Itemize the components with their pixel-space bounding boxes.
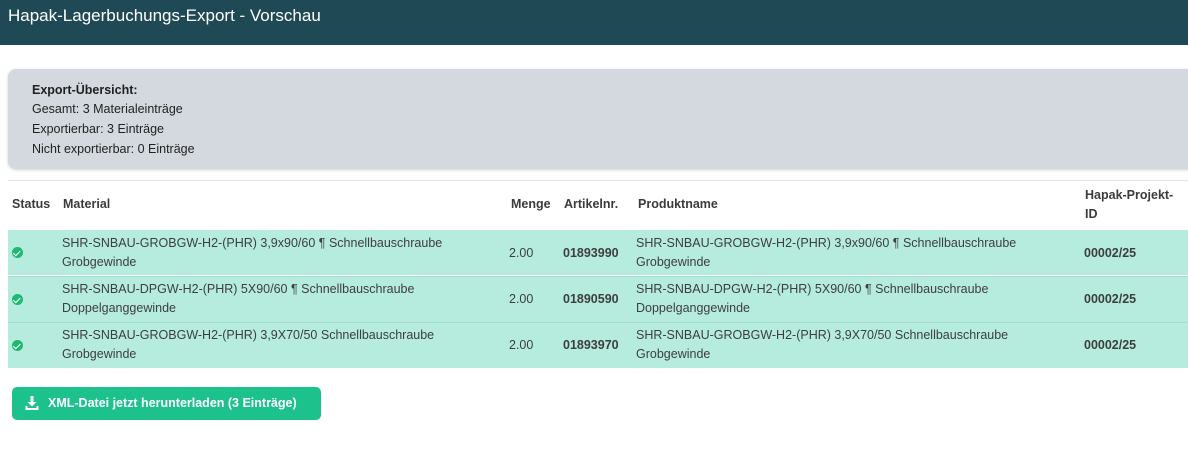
menge-cell: 2.00 xyxy=(509,292,534,306)
export-summary-panel: Export-Übersicht: Gesamt: 3 Materialeint… xyxy=(8,69,1188,169)
menge-cell: 2.00 xyxy=(509,338,534,352)
table-row: SHR-SNBAU-GROBGW-H2-(PHR) 3,9X70/50 Schn… xyxy=(8,322,1188,368)
produktname-cell-line2: Grobgewinde xyxy=(636,255,711,269)
table-top-divider xyxy=(8,180,1188,181)
table-row: SHR-SNBAU-DPGW-H2-(PHR) 5X90/60 ¶ Schnel… xyxy=(8,276,1188,322)
material-cell-line1: SHR-SNBAU-DPGW-H2-(PHR) 5X90/60 ¶ Schnel… xyxy=(62,282,415,296)
column-header-produktname: Produktname xyxy=(638,197,718,211)
material-cell-line1: SHR-SNBAU-GROBGW-H2-(PHR) 3,9x90/60 ¶ Sc… xyxy=(62,236,443,250)
projekt-id-cell: 00002/25 xyxy=(1084,292,1137,306)
produktname-cell-line1: SHR-SNBAU-GROBGW-H2-(PHR) 3,9X70/50 Schn… xyxy=(636,328,1009,342)
table-row: SHR-SNBAU-GROBGW-H2-(PHR) 3,9x90/60 ¶ Sc… xyxy=(8,230,1188,275)
column-header-status: Status xyxy=(12,197,51,211)
material-cell-line2: Grobgewinde xyxy=(62,347,137,361)
download-icon xyxy=(24,395,40,411)
summary-total: Gesamt: 3 Materialeinträge xyxy=(32,102,183,116)
produktname-cell-line2: Doppelganggewinde xyxy=(636,301,750,315)
app-header: Hapak-Lagerbuchungs-Export - Vorschau xyxy=(0,0,1188,45)
page-title: Hapak-Lagerbuchungs-Export - Vorschau xyxy=(8,6,321,25)
projekt-id-cell: 00002/25 xyxy=(1084,246,1137,260)
material-cell-line2: Doppelganggewinde xyxy=(62,301,176,315)
produktname-cell-line1: SHR-SNBAU-DPGW-H2-(PHR) 5X90/60 ¶ Schnel… xyxy=(636,282,989,296)
summary-exportable: Exportierbar: 3 Einträge xyxy=(32,122,165,136)
artikelnr-cell: 01893990 xyxy=(563,246,619,260)
column-header-artikelnr: Artikelnr. xyxy=(564,197,619,211)
column-header-material: Material xyxy=(63,197,111,211)
menge-cell: 2.00 xyxy=(509,246,534,260)
check-circle-icon xyxy=(12,340,23,351)
summary-title: Export-Übersicht: xyxy=(32,83,138,97)
artikelnr-cell: 01890590 xyxy=(563,292,619,306)
artikelnr-cell: 01893970 xyxy=(563,338,619,352)
check-circle-icon xyxy=(12,247,23,258)
projekt-id-cell: 00002/25 xyxy=(1084,338,1137,352)
download-button-label: XML-Datei jetzt herunterladen (3 Einträg… xyxy=(48,396,297,410)
produktname-cell-line2: Grobgewinde xyxy=(636,347,711,361)
check-circle-icon xyxy=(12,294,23,305)
column-header-projekt-id-line2: ID xyxy=(1085,207,1098,221)
material-cell-line1: SHR-SNBAU-GROBGW-H2-(PHR) 3,9X70/50 Schn… xyxy=(62,328,435,342)
summary-not-exportable: Nicht exportierbar: 0 Einträge xyxy=(32,142,195,156)
column-header-menge: Menge xyxy=(511,197,551,211)
download-xml-button[interactable]: XML-Datei jetzt herunterladen (3 Einträg… xyxy=(12,387,321,420)
column-header-projekt-id-line1: Hapak-Projekt- xyxy=(1085,188,1174,202)
material-cell-line2: Grobgewinde xyxy=(62,255,137,269)
produktname-cell-line1: SHR-SNBAU-GROBGW-H2-(PHR) 3,9x90/60 ¶ Sc… xyxy=(636,236,1017,250)
